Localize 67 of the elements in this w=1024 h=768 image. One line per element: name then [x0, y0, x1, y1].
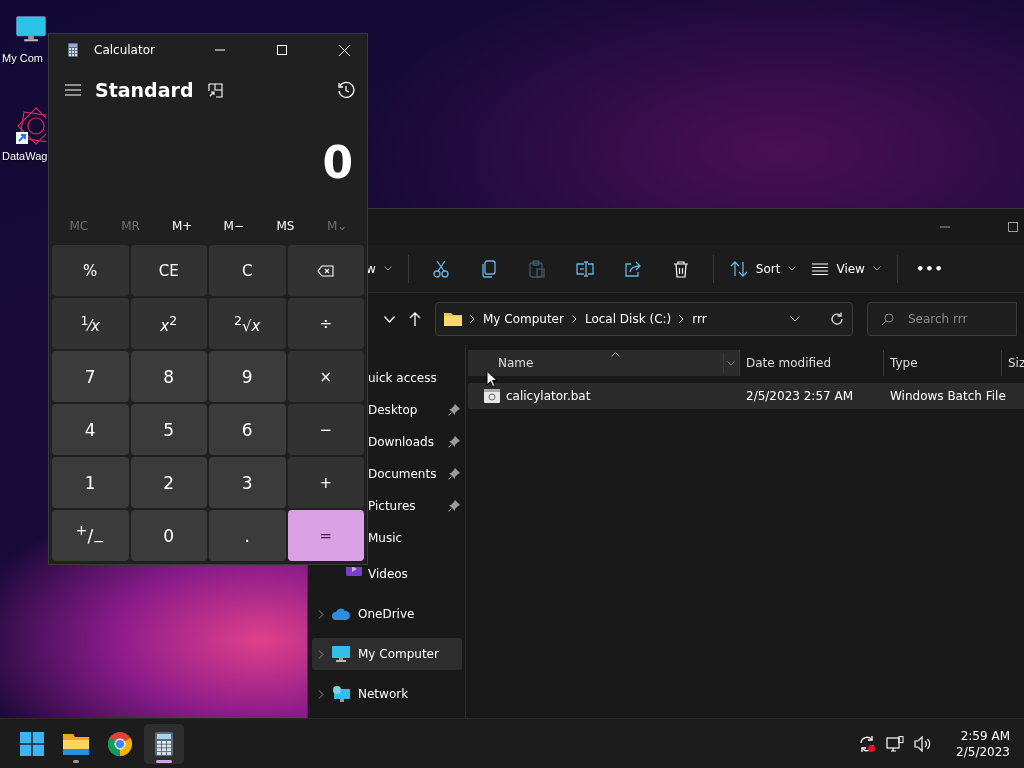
number-key[interactable]: . [209, 510, 286, 561]
operator-key[interactable]: − [287, 404, 364, 455]
memory-button[interactable]: M− [208, 210, 260, 242]
operator-key[interactable]: $^{2}$√x [209, 298, 286, 349]
column-header[interactable]: Siz [1002, 350, 1024, 376]
nav-item[interactable]: uick access [368, 362, 462, 394]
memory-button[interactable]: MS [259, 210, 312, 242]
nav-label: Music [368, 531, 404, 545]
number-key[interactable]: 8 [130, 351, 207, 402]
sort-button[interactable]: Sort [721, 251, 805, 286]
number-key[interactable]: 0 [130, 510, 207, 561]
search-field[interactable]: Search rrr [867, 302, 1017, 336]
nav-item[interactable]: Music [368, 522, 462, 554]
nav-item[interactable]: Network [312, 674, 462, 714]
operator-key[interactable]: ÷ [287, 298, 364, 349]
number-key[interactable]: 9 [209, 351, 286, 402]
number-key[interactable]: 3 [209, 457, 286, 508]
desktop-icon-label: My Com [2, 52, 43, 64]
nav-label: Documents [368, 467, 438, 481]
nav-item[interactable]: Downloads [368, 426, 462, 458]
column-header[interactable]: Name [468, 350, 740, 376]
operator-key[interactable]: % [52, 245, 129, 296]
operator-key[interactable]: CE [130, 245, 207, 296]
window-title: Calculator [94, 43, 156, 57]
nav-item[interactable]: Videos [368, 554, 462, 594]
clock[interactable]: 2:59 AM 2/5/2023 [956, 727, 1010, 760]
operator-key[interactable]: C [209, 245, 286, 296]
nav-item[interactable]: Documents [368, 458, 462, 490]
operator-key[interactable]: x$^{2}$ [130, 298, 207, 349]
breadcrumb[interactable]: rrr [692, 312, 707, 326]
file-type: Windows Batch File [890, 389, 1007, 403]
operator-key[interactable]: × [287, 351, 364, 402]
number-key[interactable]: 6 [209, 404, 286, 455]
nav-label: Videos [368, 567, 409, 581]
breadcrumb[interactable]: Local Disk (C:) [584, 312, 672, 326]
equals-key[interactable]: = [287, 510, 364, 561]
nav-label: OneDrive [358, 607, 416, 621]
operator-key[interactable]: $^{1}$⁄x [52, 298, 129, 349]
mode-title: Standard [95, 79, 194, 101]
nav-item[interactable]: OneDrive [312, 594, 462, 634]
view-button[interactable]: View [804, 251, 889, 286]
nav-item[interactable]: Pictures [368, 490, 462, 522]
more-button[interactable]: ••• [905, 251, 954, 286]
number-key[interactable]: 2 [130, 457, 207, 508]
file-date: 2/5/2023 2:57 AM [746, 389, 855, 403]
column-header[interactable]: Date modified [740, 350, 884, 376]
file-name: calicylator.bat [506, 389, 591, 403]
nav-label: My Computer [358, 647, 440, 661]
number-key[interactable]: $^{+}$/$_{−}$ [52, 510, 129, 561]
operator-key[interactable]: + [287, 457, 364, 508]
number-key[interactable]: 5 [130, 404, 207, 455]
nav-label: Network [358, 687, 410, 701]
file-row[interactable]: calicylator.bat 2/5/2023 2:57 AM Windows Batch File [468, 383, 1024, 409]
calculator-display: 0 [322, 136, 353, 188]
nav-label: Downloads [368, 435, 435, 449]
number-key[interactable]: 1 [52, 457, 129, 508]
nav-label: Pictures [368, 499, 417, 513]
column-header[interactable]: Type [884, 350, 1002, 376]
breadcrumb[interactable]: My Computer [483, 312, 564, 326]
number-key[interactable]: 7 [52, 351, 129, 402]
number-key[interactable]: 4 [52, 404, 129, 455]
address-bar[interactable]: My Computer Local Disk (C:) rrr [435, 302, 853, 336]
nav-item[interactable]: Desktop [368, 394, 462, 426]
desktop-icon-label: DataWag [2, 150, 48, 162]
nav-label: Desktop [368, 403, 419, 417]
memory-button[interactable]: M+ [156, 210, 208, 242]
nav-label: uick access [368, 371, 438, 385]
